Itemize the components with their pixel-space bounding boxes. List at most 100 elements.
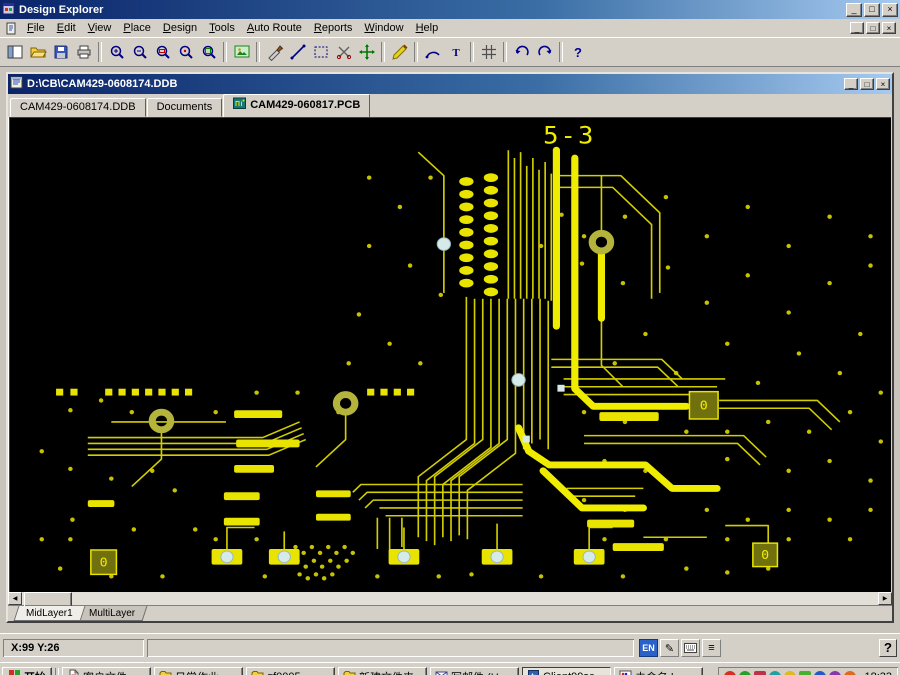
layer-tabbar: MidLayer1MultiLayer bbox=[8, 605, 892, 621]
pcb-label: 5-3 bbox=[543, 121, 595, 149]
document-close-button[interactable]: × bbox=[882, 22, 896, 34]
layer-tab-multilayer[interactable]: MultiLayer bbox=[76, 606, 147, 621]
tray-icon-teal[interactable] bbox=[769, 671, 781, 675]
coordinate-display: X:99 Y:26 bbox=[3, 639, 144, 657]
ime-pen-icon[interactable]: ✎ bbox=[660, 639, 679, 657]
window-title: Design Explorer bbox=[19, 4, 844, 16]
clip-icon[interactable] bbox=[332, 41, 355, 63]
print-icon[interactable] bbox=[72, 41, 95, 63]
grid-icon[interactable] bbox=[477, 41, 500, 63]
tab-cam429-060817-pcb[interactable]: CAM429-060817.PCB bbox=[223, 94, 370, 118]
task-button-7[interactable]: 未命名.bmp ... bbox=[614, 667, 703, 675]
zoom-point-icon[interactable] bbox=[174, 41, 197, 63]
tray-icon-crimson[interactable] bbox=[754, 671, 766, 675]
move-icon[interactable] bbox=[355, 41, 378, 63]
document-titlebar[interactable]: D:\CB\CAM429-0608174.DDB _ □ × bbox=[8, 74, 892, 94]
tray-icon-lime[interactable] bbox=[799, 671, 811, 675]
menu-edit[interactable]: Edit bbox=[51, 20, 82, 36]
menu-tools[interactable]: Tools bbox=[203, 20, 241, 36]
menu-design[interactable]: Design bbox=[157, 20, 203, 36]
toolbar-separator bbox=[414, 42, 418, 62]
redo-icon[interactable] bbox=[533, 41, 556, 63]
taskbar-separator bbox=[55, 668, 59, 675]
toolbar-separator bbox=[381, 42, 385, 62]
image-icon[interactable] bbox=[230, 41, 253, 63]
document-restore-button[interactable]: □ bbox=[866, 22, 880, 34]
zoom-all-icon[interactable] bbox=[197, 41, 220, 63]
document-system-menu-icon[interactable] bbox=[5, 22, 18, 35]
horizontal-scrollbar[interactable]: ◀ ▶ bbox=[8, 592, 892, 605]
statusbar-spacer bbox=[726, 648, 876, 649]
zoom-out-icon[interactable] bbox=[128, 41, 151, 63]
zoom-in-icon[interactable] bbox=[105, 41, 128, 63]
clock: 18:33 bbox=[864, 671, 892, 675]
maximize-button[interactable]: □ bbox=[864, 3, 880, 17]
tray-icon-purple[interactable] bbox=[829, 671, 841, 675]
task-label: 未命名.bmp ... bbox=[635, 669, 698, 675]
tab-cam429-0608174-ddb[interactable]: CAM429-0608174.DDB bbox=[10, 98, 146, 117]
start-button[interactable]: 开始 bbox=[2, 667, 52, 675]
task-button-6[interactable]: Client99se bbox=[522, 667, 611, 675]
task-label: 新建文件夹 bbox=[359, 669, 414, 675]
task-button-1[interactable]: 客户文件 在... bbox=[62, 667, 151, 675]
design-explorer-window: Design Explorer _ □ × FileEditViewPlaceD… bbox=[0, 0, 900, 675]
tray-icon-red[interactable] bbox=[724, 671, 736, 675]
minimize-button[interactable]: _ bbox=[846, 3, 862, 17]
save-icon[interactable] bbox=[49, 41, 72, 63]
tray-icon-yellow[interactable] bbox=[784, 671, 796, 675]
help-icon[interactable]: ? bbox=[566, 41, 589, 63]
menu-file[interactable]: File bbox=[21, 20, 51, 36]
document-window: D:\CB\CAM429-0608174.DDB _ □ × CAM429-06… bbox=[6, 72, 894, 623]
scrollbar-track[interactable] bbox=[22, 592, 878, 605]
ime-options-button[interactable]: ≡ bbox=[702, 639, 721, 657]
arc-icon[interactable] bbox=[421, 41, 444, 63]
task-button-2[interactable]: 日常作业 bbox=[154, 667, 243, 675]
layer-tab-midlayer1[interactable]: MidLayer1 bbox=[14, 606, 86, 621]
scrollbar-thumb[interactable] bbox=[24, 592, 72, 607]
svg-text:T: T bbox=[452, 47, 460, 59]
language-indicator[interactable]: EN bbox=[639, 639, 658, 657]
folder-icon bbox=[159, 669, 172, 675]
task-button-3[interactable]: gf0005 bbox=[246, 667, 335, 675]
tray-icon-blue[interactable] bbox=[814, 671, 826, 675]
menu-auto-route[interactable]: Auto Route bbox=[241, 20, 308, 36]
scroll-right-icon[interactable]: ▶ bbox=[878, 592, 892, 605]
task-button-4[interactable]: 新建文件夹 bbox=[338, 667, 427, 675]
brush-icon[interactable] bbox=[388, 41, 411, 63]
design-manager-icon[interactable] bbox=[3, 41, 26, 63]
menu-reports[interactable]: Reports bbox=[308, 20, 359, 36]
pcb-canvas[interactable]: 0005-3 bbox=[9, 117, 891, 592]
app-icon bbox=[527, 669, 540, 675]
toolbar-separator bbox=[256, 42, 260, 62]
zoom-window-icon[interactable] bbox=[151, 41, 174, 63]
task-button-5[interactable]: 写邮件 (Hua... bbox=[430, 667, 519, 675]
close-button[interactable]: × bbox=[882, 3, 898, 17]
menu-view[interactable]: View bbox=[82, 20, 118, 36]
status-help-button[interactable]: ? bbox=[879, 639, 897, 657]
tray-icon-orange[interactable] bbox=[844, 671, 856, 675]
document-window-close-button[interactable]: × bbox=[876, 78, 890, 90]
knife-icon[interactable] bbox=[263, 41, 286, 63]
svg-text:0: 0 bbox=[700, 399, 708, 414]
ime-keyboard-icon[interactable] bbox=[681, 639, 700, 657]
tab-documents[interactable]: Documents bbox=[147, 98, 223, 117]
string-icon[interactable]: T bbox=[444, 41, 467, 63]
language-bar: EN ✎ ≡ bbox=[637, 639, 723, 657]
titlebar[interactable]: Design Explorer _ □ × bbox=[0, 0, 900, 19]
document-window-maximize-button[interactable]: □ bbox=[860, 78, 874, 90]
document-title: D:\CB\CAM429-0608174.DDB bbox=[27, 78, 842, 90]
undo-icon[interactable] bbox=[510, 41, 533, 63]
menu-window[interactable]: Window bbox=[358, 20, 409, 36]
select-rect-icon[interactable] bbox=[309, 41, 332, 63]
line-icon[interactable] bbox=[286, 41, 309, 63]
document-window-minimize-button[interactable]: _ bbox=[844, 78, 858, 90]
tray-icon-green[interactable] bbox=[739, 671, 751, 675]
tab-label: Documents bbox=[157, 101, 213, 113]
menu-place[interactable]: Place bbox=[117, 20, 157, 36]
status-message-pane bbox=[147, 639, 634, 657]
scroll-left-icon[interactable]: ◀ bbox=[8, 592, 22, 605]
menu-help[interactable]: Help bbox=[410, 20, 445, 36]
pcb-doc-icon bbox=[233, 97, 246, 113]
document-minimize-button[interactable]: _ bbox=[850, 22, 864, 34]
open-icon[interactable] bbox=[26, 41, 49, 63]
